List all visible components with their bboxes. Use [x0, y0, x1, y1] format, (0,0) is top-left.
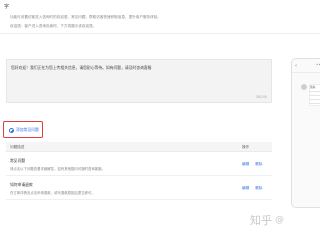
edit-button[interactable]: 编辑 — [242, 186, 249, 191]
preview-line — [309, 95, 320, 96]
table-row: 如何申请退款 在订单详情页点击申请退款，填写退款原因后提交即可。 编辑 删除 — [6, 176, 272, 200]
more-icon[interactable]: ••• — [316, 62, 320, 67]
row-actions: 编辑 删除 — [242, 162, 262, 167]
avatar — [301, 84, 307, 90]
column-question: 问题描述 — [10, 145, 25, 149]
watermark: 知乎 @ — [250, 212, 284, 228]
preview-bubble-title: 您好 — [310, 85, 316, 89]
table-row: 常见问题 请点击以下问题查看详细解答，如有其他疑问可随时咨询客服。 编辑 删除 — [6, 152, 272, 176]
add-question-label: 添加常见问题 — [16, 127, 39, 132]
table-header: 问题描述 操作 — [6, 142, 272, 152]
preview-line — [309, 91, 320, 92]
page-description: 功能可设置访客进入咨询时的欢迎语、常见问题，帮助访客快速获取信息，提升用户服务体… — [10, 15, 161, 19]
preview-line — [309, 103, 320, 104]
header-divider — [0, 33, 320, 34]
add-question-button[interactable]: 添加常见问题 — [9, 127, 39, 133]
question-answer: 请点击以下问题查看详细解答，如有其他疑问可随时咨询客服。 — [10, 167, 105, 171]
add-question-highlight: 添加常见问题 — [3, 121, 43, 138]
welcome-description: 欢迎语：客户进入咨询页面时，下方将展示该欢迎语。 — [10, 24, 97, 28]
edit-button[interactable]: 编辑 — [242, 162, 249, 167]
page-title: 字 — [4, 4, 10, 10]
plus-circle-icon — [9, 127, 14, 133]
delete-button[interactable]: 删除 — [255, 162, 262, 167]
char-counter: 36/100 — [255, 95, 267, 99]
row-actions: 编辑 删除 — [242, 186, 262, 191]
watermark-brand: 知乎 — [250, 214, 272, 227]
welcome-message-text: 您好欢迎！我们正在为您上传相关信息，请您耐心等待。如有问题，请及时咨询客服 — [11, 65, 152, 70]
column-actions: 操作 — [242, 145, 250, 149]
watermark-at: @ — [275, 215, 284, 225]
welcome-message-input[interactable]: 您好欢迎！我们正在为您上传相关信息，请您耐心等待。如有问题，请及时咨询客服 36… — [6, 59, 272, 103]
mobile-preview: ‹ ••• 您好 — [291, 58, 320, 208]
question-title: 常见问题 — [10, 158, 26, 163]
question-title: 如何申请退款 — [10, 182, 33, 187]
chevron-left-icon[interactable]: ‹ — [295, 63, 297, 69]
preview-header: ‹ ••• — [292, 59, 320, 73]
question-answer: 在订单详情页点击申请退款，填写退款原因后提交即可。 — [10, 191, 95, 195]
preview-line — [309, 99, 320, 100]
delete-button[interactable]: 删除 — [255, 186, 262, 191]
questions-table: 问题描述 操作 常见问题 请点击以下问题查看详细解答，如有其他疑问可随时咨询客服… — [6, 142, 272, 200]
